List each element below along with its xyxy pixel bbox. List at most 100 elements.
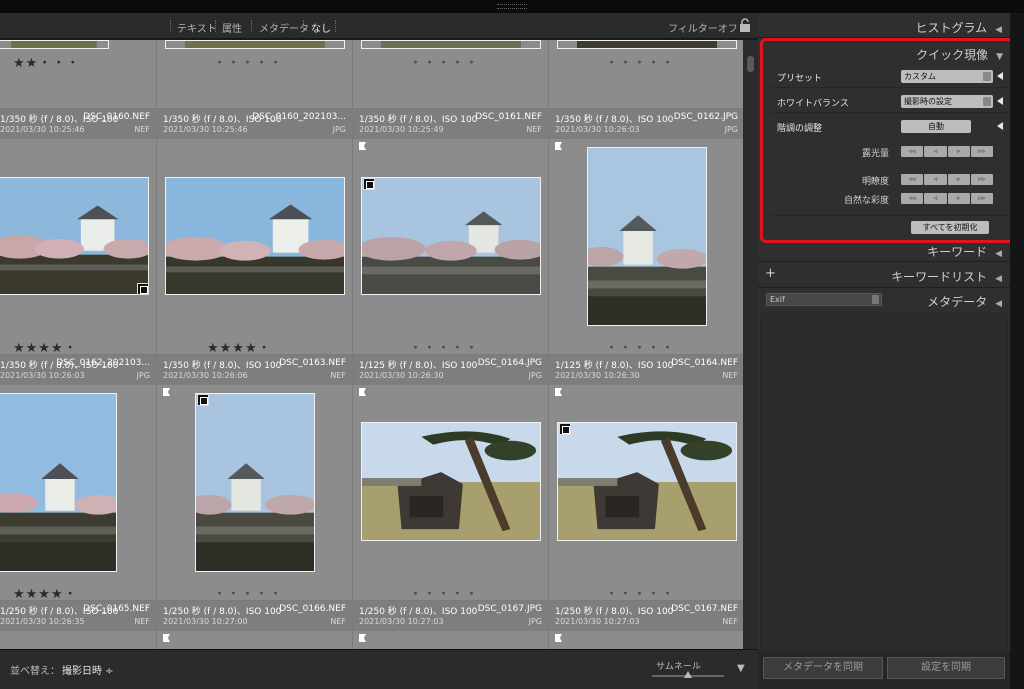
flag-icon[interactable] <box>555 388 562 396</box>
grid-cell[interactable]: 1/350 秒 (f / 8.0)、ISO 100 DSC_0161.NEF 2… <box>353 109 549 355</box>
vibrance-stepper[interactable]: ◃◃ ◃ ▹ ▹▹ <box>901 193 993 204</box>
decrease-button[interactable]: ◃ <box>924 193 947 204</box>
metadata-view-select[interactable]: Exif <box>766 293 882 306</box>
thumbnail[interactable] <box>361 40 541 49</box>
star-rating[interactable]: ★★★★・ <box>13 337 78 354</box>
panel-histogram[interactable]: ヒストグラム ◀ <box>915 19 1002 36</box>
exposure-info: 1/125 秒 (f / 8.0)、ISO 100 <box>359 361 478 371</box>
grid-cell[interactable]: 1/350 秒 (f / 8.0)、ISO 100 DSC_0162.JPG 2… <box>549 109 743 355</box>
disclosure-triangle-icon[interactable] <box>997 122 1003 130</box>
flag-icon[interactable] <box>359 142 366 150</box>
star-rating[interactable]: ・・・・・ <box>213 583 283 600</box>
clarity-stepper[interactable]: ◃◃ ◃ ▹ ▹▹ <box>901 174 993 185</box>
thumbnail[interactable] <box>195 393 315 572</box>
filter-attribute[interactable]: 属性 <box>222 20 242 35</box>
grid-cell[interactable]: 1/250 秒 (f / 8.0)、ISO 100 DSC_0167.NEF 2… <box>549 601 743 649</box>
decrease-button[interactable]: ◃ <box>924 146 947 157</box>
star-rating[interactable]: ・・・・・ <box>409 583 479 600</box>
thumbnail[interactable] <box>0 40 109 49</box>
star-rating[interactable]: ★★・・・ <box>13 52 80 71</box>
flag-icon[interactable] <box>163 634 170 642</box>
thumbnail[interactable] <box>0 177 149 295</box>
grid-cell[interactable]: 1/125 秒 (f / 8.0)、ISO 100 DSC_0164.NEF 2… <box>549 355 743 601</box>
grid-cell[interactable]: 1/350 秒 (f / 8.0)、ISO 100 DSC_0162_20210… <box>0 355 157 601</box>
sync-metadata-button[interactable]: メタデータを同期 <box>763 657 883 679</box>
star-rating[interactable]: ★★★★・ <box>207 337 272 354</box>
grid-cell[interactable]: 1/350 秒 (f / 8.0)、ISO 100 DSC_0160.NEF 2… <box>0 109 157 355</box>
thumbnail[interactable] <box>557 40 737 49</box>
thumbnail[interactable] <box>0 393 117 572</box>
file-name: DSC_0163.NEF <box>279 358 346 368</box>
filter-preset-select[interactable]: フィルターオフ ÷ <box>668 20 749 35</box>
panel-grip[interactable] <box>497 4 527 9</box>
grid-cell[interactable]: ・・・・・ <box>353 40 549 109</box>
filter-none[interactable]: なし <box>311 20 331 35</box>
sort-order-select[interactable]: 撮影日時 ÷ <box>62 662 114 677</box>
exposure-stepper[interactable]: ◃◃ ◃ ▹ ▹▹ <box>901 146 993 157</box>
increase-button[interactable]: ▹ <box>947 174 970 185</box>
white-balance-select[interactable]: 撮影時の設定 <box>901 95 993 108</box>
file-type: JPG <box>136 371 150 380</box>
decrease-button[interactable]: ◃ <box>924 174 947 185</box>
panel-metadata[interactable]: メタデータ ◀ <box>927 293 1002 310</box>
disclosure-triangle-icon[interactable] <box>997 97 1003 105</box>
star-rating[interactable]: ・・・・・ <box>605 337 675 354</box>
thumbnail[interactable] <box>165 40 345 49</box>
grid-cell[interactable]: ・・・・・ <box>549 40 743 109</box>
star-rating[interactable]: ★★★★・ <box>13 583 78 600</box>
flag-icon[interactable] <box>555 142 562 150</box>
grid-cell[interactable]: 1/250 秒 (f / 8.0)、ISO 100 DSC_0167.JPG 2… <box>353 601 549 649</box>
thumbnail[interactable] <box>361 422 541 541</box>
divider <box>758 261 1010 262</box>
large-decrease-button[interactable]: ◃◃ <box>901 193 924 204</box>
grid-cell[interactable]: 1/350 秒 (f / 8.0)、ISO 100 DSC_0160_20210… <box>157 109 353 355</box>
large-decrease-button[interactable]: ◃◃ <box>901 174 924 185</box>
sync-settings-button[interactable]: 設定を同期 <box>887 657 1005 679</box>
cell-metadata: 1/350 秒 (f / 8.0)、ISO 100 DSC_0160_20210… <box>157 109 352 139</box>
filter-metadata[interactable]: メタデータ <box>259 20 309 35</box>
star-rating[interactable]: ・・・・・ <box>409 52 479 71</box>
increase-button[interactable]: ▹ <box>947 193 970 204</box>
flag-icon[interactable] <box>163 388 170 396</box>
thumbnail[interactable] <box>361 177 541 295</box>
increase-button[interactable]: ▹ <box>947 146 970 157</box>
grid-scrollbar[interactable] <box>743 40 758 649</box>
large-increase-button[interactable]: ▹▹ <box>970 146 993 157</box>
slider-knob[interactable] <box>684 671 692 678</box>
file-type: JPG <box>724 125 738 134</box>
grid-cell[interactable]: 1/250 秒 (f / 8.0)、ISO 100 DSC_0165.NEF 2… <box>0 601 157 649</box>
flag-icon[interactable] <box>555 634 562 642</box>
star-rating[interactable]: ・・・・・ <box>605 583 675 600</box>
grid-cell[interactable]: ・・・・・ <box>157 40 353 109</box>
grid-cell[interactable]: 1/250 秒 (f / 8.0)、ISO 100 DSC_0166.NEF 2… <box>157 601 353 649</box>
auto-tone-button[interactable]: 自動 <box>901 120 971 133</box>
disclosure-triangle-icon[interactable] <box>997 72 1003 80</box>
quick-develop-header[interactable]: クイック現像 ▼ <box>916 46 1003 63</box>
preset-select[interactable]: カスタム <box>901 70 993 83</box>
add-keyword-icon[interactable]: + <box>765 266 776 281</box>
grid-cell[interactable]: ★★・・・ <box>0 40 157 109</box>
flag-icon[interactable] <box>359 634 366 642</box>
file-name: DSC_0167.NEF <box>671 604 738 614</box>
thumbnail[interactable] <box>165 177 345 295</box>
lock-icon[interactable] <box>739 18 751 32</box>
grid-cell[interactable]: 1/125 秒 (f / 8.0)、ISO 100 DSC_0164.JPG 2… <box>353 355 549 601</box>
star-rating[interactable]: ・・・・・ <box>605 52 675 71</box>
thumbnail[interactable] <box>557 422 737 541</box>
large-decrease-button[interactable]: ◃◃ <box>901 146 924 157</box>
filter-text[interactable]: テキスト <box>177 20 217 35</box>
panel-keyword-list[interactable]: キーワードリスト ◀ <box>891 268 1002 285</box>
flag-icon[interactable] <box>359 388 366 396</box>
star-rating[interactable]: ・・・・・ <box>213 52 283 71</box>
grid-cell[interactable]: 1/350 秒 (f / 8.0)、ISO 100 DSC_0163.NEF 2… <box>157 355 353 601</box>
panel-keywording[interactable]: キーワード ◀ <box>927 243 1002 260</box>
scroll-thumb[interactable] <box>747 56 754 72</box>
thumbnail[interactable] <box>587 147 707 326</box>
toolbar-menu-icon[interactable]: ▼ <box>737 663 745 674</box>
star-rating[interactable]: ・・・・・ <box>409 337 479 354</box>
capture-date: 2021/03/30 10:27:03 <box>555 617 640 626</box>
filter-separator <box>251 20 252 32</box>
large-increase-button[interactable]: ▹▹ <box>970 193 993 204</box>
reset-all-button[interactable]: すべてを初期化 <box>911 221 989 234</box>
large-increase-button[interactable]: ▹▹ <box>970 174 993 185</box>
